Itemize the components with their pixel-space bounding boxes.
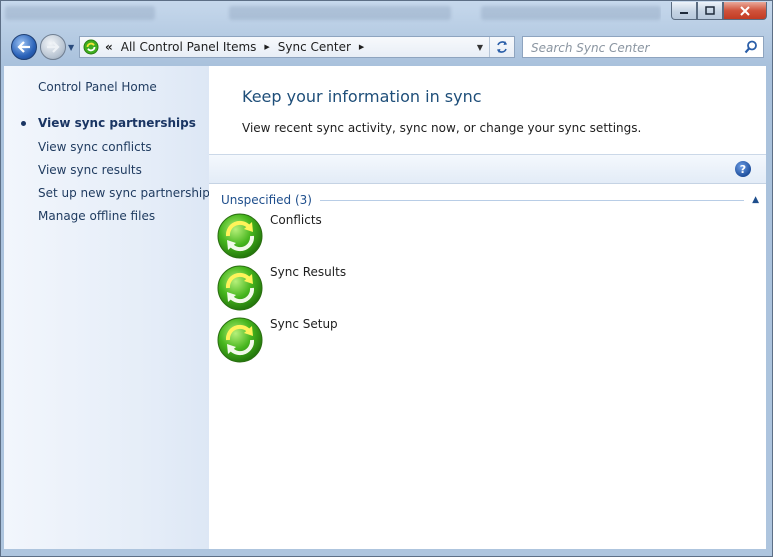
active-bullet-icon xyxy=(21,121,26,126)
group-label[interactable]: Unspecified (3) xyxy=(221,193,312,207)
background-tab xyxy=(481,6,661,20)
background-tab xyxy=(5,6,155,20)
minimize-button[interactable] xyxy=(671,2,697,20)
refresh-button[interactable] xyxy=(489,37,514,57)
recent-pages-dropdown[interactable]: ▼ xyxy=(68,43,74,52)
page-description: View recent sync activity, sync now, or … xyxy=(242,121,642,135)
forward-arrow-icon xyxy=(47,41,60,53)
control-panel-home-link[interactable]: Control Panel Home xyxy=(38,80,157,94)
breadcrumb-arrow-icon[interactable]: ▶ xyxy=(359,43,364,51)
title-bar xyxy=(1,1,661,29)
breadcrumb-control-panel[interactable]: All Control Panel Items xyxy=(121,40,257,54)
sidebar-item-manage-offline-files[interactable]: Manage offline files xyxy=(38,209,155,223)
search-box[interactable] xyxy=(522,36,764,58)
maximize-icon xyxy=(705,6,715,15)
sync-item-sync-results[interactable]: Sync Results xyxy=(216,264,516,312)
sync-item-label[interactable]: Sync Setup xyxy=(270,317,338,331)
command-bar: ? xyxy=(209,154,766,184)
sidebar-item-set-up-new-sync-partnerships[interactable]: Set up new sync partnerships xyxy=(38,186,216,200)
search-input[interactable] xyxy=(529,38,743,58)
help-button[interactable]: ? xyxy=(735,161,751,177)
sync-icon xyxy=(217,265,263,311)
back-arrow-icon xyxy=(17,41,30,53)
address-dropdown-button[interactable]: ▼ xyxy=(472,37,488,57)
sync-item-sync-setup[interactable]: Sync Setup xyxy=(216,316,516,364)
sidebar-item-view-sync-conflicts[interactable]: View sync conflicts xyxy=(38,140,152,154)
minimize-icon xyxy=(680,11,688,14)
back-button[interactable] xyxy=(11,34,37,60)
background-tab xyxy=(229,6,451,20)
refresh-icon xyxy=(497,41,507,53)
sync-icon xyxy=(217,317,263,363)
sidebar-item-view-sync-partnerships[interactable]: View sync partnerships xyxy=(38,116,196,130)
address-bar[interactable]: « All Control Panel Items ▶ Sync Center … xyxy=(79,36,515,58)
maximize-button[interactable] xyxy=(697,2,723,20)
content-pane: Keep your information in sync View recen… xyxy=(209,66,766,549)
sync-item-conflicts[interactable]: Conflicts xyxy=(216,212,516,260)
sync-item-label[interactable]: Conflicts xyxy=(270,213,322,227)
sidebar-item-view-sync-results[interactable]: View sync results xyxy=(38,163,142,177)
group-divider xyxy=(319,199,745,201)
sync-center-icon xyxy=(83,39,99,55)
breadcrumb-sync-center[interactable]: Sync Center xyxy=(278,40,351,54)
forward-button[interactable] xyxy=(40,34,66,60)
close-icon xyxy=(740,5,750,16)
collapse-chevron-icon[interactable]: ▲ xyxy=(752,195,759,205)
overflow-chevron[interactable]: « xyxy=(105,40,113,54)
sync-icon xyxy=(217,213,263,259)
sync-item-label[interactable]: Sync Results xyxy=(270,265,346,279)
breadcrumb-arrow-icon[interactable]: ▶ xyxy=(264,43,269,51)
window-frame: ▼ « All Control Panel Items ▶ Sync Cente… xyxy=(0,0,773,557)
caption-buttons xyxy=(671,2,767,20)
group-header-unspecified[interactable]: Unspecified (3) ▲ xyxy=(221,192,759,208)
page-title: Keep your information in sync xyxy=(242,87,482,106)
search-icon[interactable] xyxy=(744,40,758,54)
task-pane: Control Panel Home View sync partnership… xyxy=(4,66,216,549)
close-button[interactable] xyxy=(723,2,767,20)
